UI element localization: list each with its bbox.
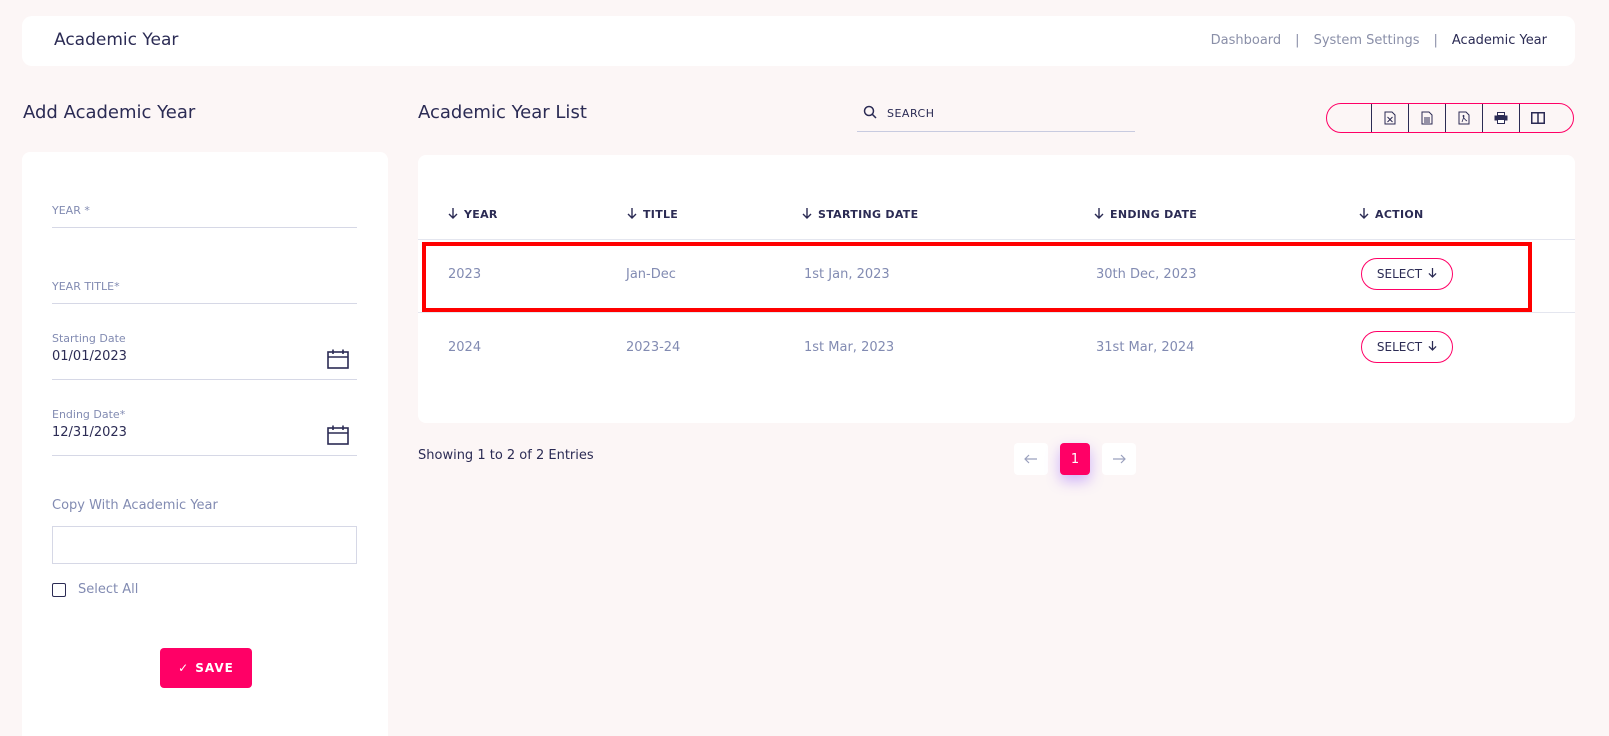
table-row: 2024 2023-24 1st Mar, 2023 31st Mar, 202… (418, 313, 1575, 385)
copy-with-academic-year-select[interactable] (52, 526, 357, 564)
select-button[interactable]: SELECT (1361, 331, 1453, 363)
copy-with-academic-year-label: Copy With Academic Year (52, 498, 218, 513)
select-label: SELECT (1376, 340, 1423, 354)
column-header-label: ENDING DATE (1110, 208, 1198, 221)
add-academic-year-title: Add Academic Year (23, 102, 196, 123)
table-row: 2023 Jan-Dec 1st Jan, 2023 30th Dec, 202… (418, 240, 1575, 312)
breadcrumb-dashboard[interactable]: Dashboard (1211, 33, 1282, 48)
cell-starting-date: 1st Jan, 2023 (804, 267, 890, 282)
page-title: Academic Year (54, 30, 179, 50)
cell-title: Jan-Dec (626, 267, 676, 282)
select-all-row: Select All (52, 582, 138, 597)
ending-date-field[interactable]: Ending Date* 12/31/2023 (52, 408, 357, 456)
calendar-icon[interactable] (327, 349, 349, 373)
column-header-label: ACTION (1375, 208, 1424, 221)
columns-icon[interactable] (1519, 104, 1556, 132)
arrow-down-icon (1428, 267, 1437, 281)
breadcrumb-academic-year: Academic Year (1451, 33, 1547, 48)
cell-year: 2024 (448, 340, 482, 355)
sort-arrow-icon (802, 207, 812, 222)
year-label: YEAR * (52, 204, 90, 217)
print-icon[interactable] (1482, 104, 1519, 132)
search-icon (863, 104, 877, 123)
sort-arrow-icon (1094, 207, 1104, 222)
check-icon: ✓ (178, 661, 190, 675)
year-field[interactable]: YEAR * (52, 204, 357, 228)
sort-arrow-icon (1359, 207, 1369, 222)
column-header-title[interactable]: TITLE (627, 207, 678, 222)
column-header-label: YEAR (464, 208, 498, 221)
next-page-button[interactable] (1102, 443, 1136, 475)
entries-count: Showing 1 to 2 of 2 Entries (418, 448, 594, 463)
save-label: SAVE (195, 661, 234, 675)
save-button[interactable]: ✓ SAVE (160, 648, 252, 688)
previous-page-button[interactable] (1014, 443, 1048, 475)
breadcrumb-separator: | (1295, 33, 1300, 48)
pdf-icon[interactable] (1445, 104, 1482, 132)
column-header-label: TITLE (643, 208, 679, 221)
select-label: SELECT (1376, 267, 1423, 281)
cell-ending-date: 30th Dec, 2023 (1096, 267, 1197, 282)
breadcrumb: Dashboard | System Settings | Academic Y… (1211, 33, 1547, 48)
page-1-button[interactable]: 1 (1060, 443, 1090, 475)
cell-ending-date: 31st Mar, 2024 (1096, 340, 1195, 355)
toolbar-blank-button[interactable] (1327, 104, 1371, 132)
export-toolbar (1326, 103, 1574, 133)
ending-date-label: Ending Date* (52, 408, 126, 421)
select-button[interactable]: SELECT (1361, 258, 1453, 290)
column-header-starting-date[interactable]: STARTING DATE (802, 207, 918, 222)
column-header-label: STARTING DATE (818, 208, 919, 221)
csv-icon[interactable] (1408, 104, 1445, 132)
top-bar: Academic Year Dashboard | System Setting… (22, 16, 1575, 66)
cell-starting-date: 1st Mar, 2023 (804, 340, 895, 355)
starting-date-field[interactable]: Starting Date 01/01/2023 (52, 332, 357, 380)
pagination: 1 (1014, 443, 1136, 475)
column-header-action[interactable]: ACTION (1359, 207, 1424, 222)
select-all-checkbox[interactable] (52, 582, 66, 597)
arrow-down-icon (1428, 340, 1437, 354)
academic-year-list-title: Academic Year List (418, 102, 587, 123)
cell-title: 2023-24 (626, 340, 681, 355)
starting-date-value: 01/01/2023 (52, 349, 127, 364)
year-title-label: YEAR TITLE* (52, 280, 120, 293)
select-all-label[interactable]: Select All (78, 582, 138, 597)
column-header-year[interactable]: YEAR (448, 207, 498, 222)
column-header-ending-date[interactable]: ENDING DATE (1094, 207, 1197, 222)
calendar-icon[interactable] (327, 425, 349, 449)
breadcrumb-separator: | (1433, 33, 1438, 48)
academic-year-table: YEAR TITLE STARTING DATE ENDING DATE ACT… (418, 155, 1575, 423)
excel-icon[interactable] (1371, 104, 1408, 132)
cell-year: 2023 (448, 267, 482, 282)
ending-date-value: 12/31/2023 (52, 425, 127, 440)
breadcrumb-system-settings[interactable]: System Settings (1314, 33, 1420, 48)
sort-arrow-icon (627, 207, 637, 222)
starting-date-label: Starting Date (52, 332, 126, 345)
year-title-field[interactable]: YEAR TITLE* (52, 280, 357, 304)
sort-arrow-icon (448, 207, 458, 222)
add-academic-year-form: YEAR * YEAR TITLE* Starting Date 01/01/2… (22, 152, 388, 736)
search-placeholder: SEARCH (887, 107, 935, 120)
search-input[interactable]: SEARCH (857, 96, 1135, 132)
